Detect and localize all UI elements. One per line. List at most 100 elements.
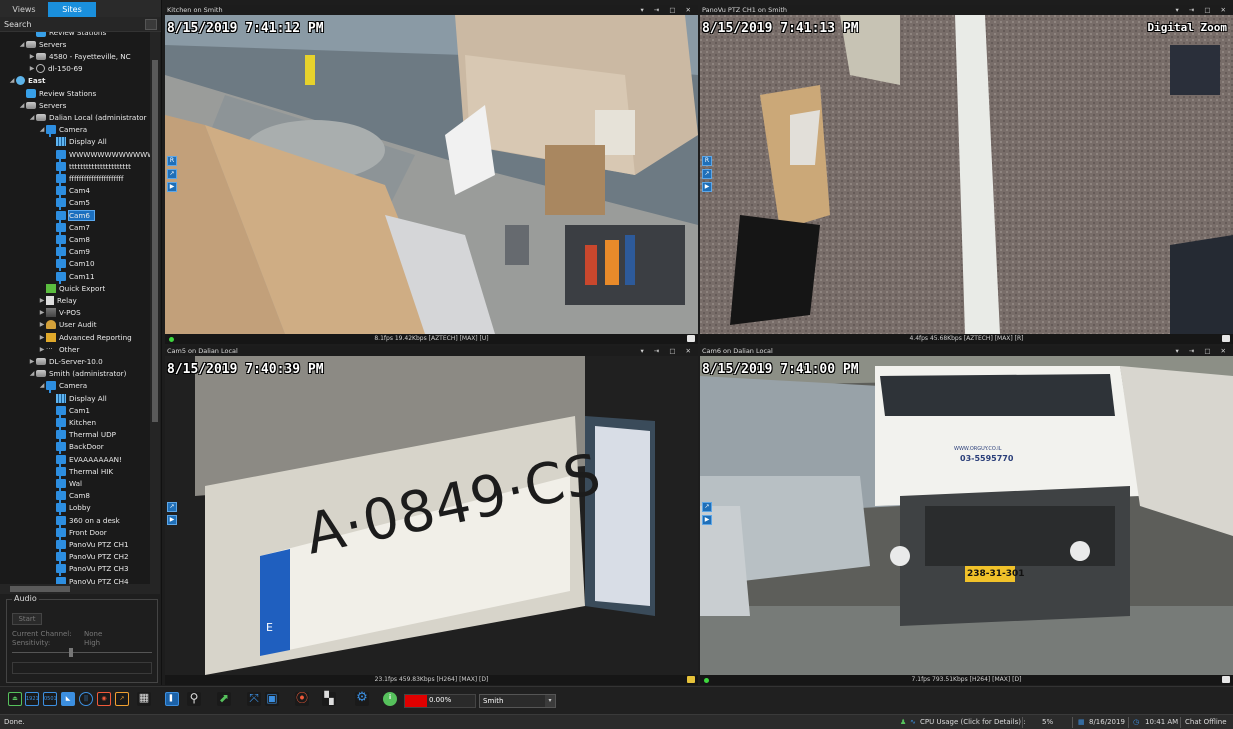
share-icon[interactable]: ↗	[167, 169, 177, 179]
play-icon[interactable]: ▶	[167, 182, 177, 192]
pane-window-buttons[interactable]: ▾ ⇥ □ ✕	[641, 5, 696, 15]
expand-arrow-icon[interactable]: ▶	[28, 65, 36, 72]
panel-toggle-icon[interactable]: ▌	[165, 692, 179, 706]
tree-item[interactable]: ▶ ··· Other	[0, 343, 80, 355]
tree-item[interactable]: ▶ DL-Server-10.0	[0, 355, 103, 367]
sensitivity-slider[interactable]	[12, 648, 152, 657]
tree-item[interactable]: WWWWWWWWWWWW	[0, 148, 150, 162]
video-pane-kitchen[interactable]: Kitchen on Smith ▾ ⇥ □ ✕ 8/15/2019 7:41:1…	[165, 5, 698, 344]
slider-knob[interactable]	[69, 648, 73, 657]
tree-item[interactable]: ▶ Advanced Reporting	[0, 331, 132, 343]
layout-1921-button[interactable]: 1921	[25, 692, 39, 706]
tree-item[interactable]: Kitchen	[0, 416, 96, 430]
video-pane-cam5[interactable]: Cam5 on Dalian Local ▾ ⇥ □ ✕ A·0849·CS E …	[165, 346, 698, 685]
tree-item[interactable]: PanoVu PTZ CH2	[0, 551, 129, 565]
search-icon[interactable]: ⚲	[187, 692, 201, 706]
expand-arrow-icon[interactable]: ◢	[38, 382, 46, 389]
stop-icon[interactable]: ⦿	[295, 692, 309, 706]
tree-item[interactable]: Quick Export	[0, 282, 105, 294]
site-tree[interactable]: Review Stations ◢ Servers ▶ 4580 - Fayettevi…	[0, 32, 150, 584]
link-icon[interactable]: ↗	[115, 692, 129, 706]
tree-item[interactable]: ◢ Camera	[0, 380, 87, 394]
expand-arrow-icon[interactable]: ▶	[38, 297, 46, 304]
info-icon[interactable]: i	[383, 692, 397, 706]
tree-item[interactable]: Cam4	[0, 185, 90, 199]
snapshot-icon[interactable]	[687, 335, 695, 342]
pause-icon[interactable]: ||	[79, 692, 93, 706]
expand-arrow-icon[interactable]: ◢	[18, 41, 26, 48]
tree-item[interactable]: Display All	[0, 136, 107, 148]
audio-start-button[interactable]: Start	[12, 613, 42, 625]
tree-item[interactable]: ◢ East	[0, 75, 45, 87]
expand-arrow-icon[interactable]: ◢	[18, 102, 26, 109]
tree-item[interactable]: ▶ User Audit	[0, 319, 97, 331]
tree-item[interactable]: Cam1	[0, 404, 90, 418]
tree-item[interactable]: PanoVu PTZ CH3	[0, 563, 129, 577]
tree-item[interactable]: Review Stations	[0, 32, 106, 38]
tree-item[interactable]: ▶ Relay	[0, 294, 77, 306]
tree-item[interactable]: Review Stations	[0, 87, 96, 99]
tree-item[interactable]: ◢ Smith (administrator)	[0, 368, 127, 380]
tree-item[interactable]: ◢ Servers	[0, 38, 67, 50]
share-icon[interactable]: ↗	[702, 502, 712, 512]
tree-item[interactable]: 360 on a desk	[0, 514, 120, 528]
video-pane-cam6[interactable]: Cam6 on Dalian Local ▾ ⇥ □ ✕ 03-5595770 W…	[700, 346, 1233, 685]
tab-views[interactable]: Views	[0, 2, 48, 17]
monitor-icon[interactable]: ▣	[265, 692, 279, 706]
tree-horizontal-scrollbar[interactable]	[0, 584, 160, 594]
search-icon[interactable]	[145, 19, 157, 30]
scroll-thumb[interactable]	[152, 60, 158, 422]
tree-item[interactable]: Display All	[0, 392, 107, 404]
tree-item[interactable]: ffffffffffffffffffffff	[0, 172, 123, 186]
expand-arrow-icon[interactable]: ◢	[28, 370, 36, 377]
play-icon[interactable]: ▶	[167, 515, 177, 525]
tree-item[interactable]: Cam11	[0, 270, 95, 284]
expand-arrow-icon[interactable]: ▶	[28, 358, 36, 365]
play-icon[interactable]: ▶	[702, 182, 712, 192]
zoom-tool-icon[interactable]: R	[702, 156, 712, 166]
share-icon[interactable]: ↗	[702, 169, 712, 179]
tree-item[interactable]: PanoVu PTZ CH1	[0, 538, 129, 552]
expand-arrow-icon[interactable]: ▶	[38, 309, 46, 316]
video-feed[interactable]: 8/15/2019 7:41:12 PM	[165, 15, 698, 334]
tab-sites[interactable]: Sites	[48, 2, 96, 17]
fullscreen-icon[interactable]: ⤧	[247, 692, 261, 706]
tree-item[interactable]: ▶ dl-150-69	[0, 63, 83, 75]
tree-item[interactable]: Cam8	[0, 233, 90, 247]
snapshot-icon[interactable]	[1222, 676, 1230, 683]
tree-item[interactable]: Lobby	[0, 502, 91, 516]
tree-vertical-scrollbar[interactable]	[150, 32, 160, 584]
play-icon[interactable]: ▶	[702, 515, 712, 525]
tree-item[interactable]: Thermal UDP	[0, 429, 116, 443]
tree-item[interactable]: BackDoor	[0, 441, 104, 455]
tree-item[interactable]: Cam10	[0, 258, 95, 272]
tree-item[interactable]: Wal	[0, 477, 82, 491]
record-icon[interactable]: ◉	[97, 692, 111, 706]
pane-window-buttons[interactable]: ▾ ⇥ □ ✕	[1176, 5, 1231, 15]
tree-item[interactable]: Cam6	[0, 209, 95, 223]
tiles-icon[interactable]: ▚	[322, 692, 336, 706]
expand-arrow-icon[interactable]: ▶	[38, 321, 46, 328]
grid-layout-icon[interactable]: ▦	[137, 692, 151, 706]
tree-item[interactable]: Cam8	[0, 490, 90, 504]
expand-arrow-icon[interactable]: ◢	[28, 114, 36, 121]
chat-status[interactable]: Chat Offline	[1185, 717, 1227, 728]
video-feed[interactable]: 03-5595770 WWW.ORGUY.CO.IL 238-31-301 8/…	[700, 356, 1233, 675]
snapshot-icon[interactable]	[1222, 335, 1230, 342]
tree-item[interactable]: EVAAAAAAAN!	[0, 453, 122, 467]
zoom-tool-icon[interactable]: R	[167, 156, 177, 166]
tree-item[interactable]: Front Door	[0, 526, 107, 540]
tree-item[interactable]: ▶ 4580 - Fayetteville, NC	[0, 50, 131, 62]
export-icon[interactable]: ⬈	[217, 692, 231, 706]
expand-arrow-icon[interactable]: ◢	[8, 77, 16, 84]
tree-item[interactable]: tttttttttttttttttttttt	[0, 160, 131, 174]
settings-gear-icon[interactable]: ⚙	[355, 691, 369, 706]
expand-arrow-icon[interactable]: ◢	[38, 126, 46, 133]
tree-item[interactable]: PanoVu PTZ CH4	[0, 575, 129, 584]
tree-item[interactable]: ▶ V-POS	[0, 307, 81, 319]
layout-0501-button[interactable]: 0501	[43, 692, 57, 706]
video-feed[interactable]: 8/15/2019 7:41:13 PM Digital Zoom	[700, 15, 1233, 334]
pane-window-buttons[interactable]: ▾ ⇥ □ ✕	[1176, 346, 1231, 356]
tree-item[interactable]: Cam5	[0, 197, 90, 211]
camera-tool-icon[interactable]: ◣	[61, 692, 75, 706]
